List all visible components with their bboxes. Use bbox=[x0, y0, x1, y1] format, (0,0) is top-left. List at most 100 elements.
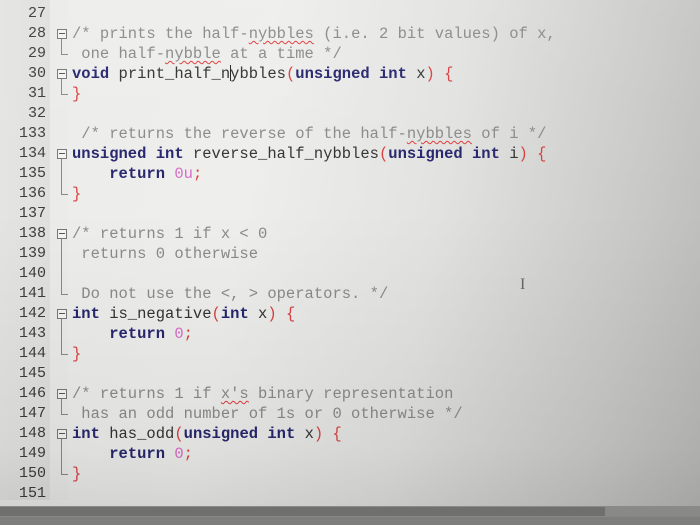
fold-end-marker bbox=[57, 84, 69, 104]
fold-line bbox=[61, 244, 62, 264]
code-text[interactable]: } bbox=[72, 84, 81, 104]
code-text[interactable]: void print_half_nybbles(unsigned int x) … bbox=[72, 64, 453, 84]
code-line[interactable]: 32 bbox=[0, 104, 700, 124]
code-line[interactable]: 27 bbox=[0, 4, 700, 24]
code-text[interactable]: /* returns 1 if x < 0 bbox=[72, 224, 267, 244]
code-text[interactable]: int is_negative(int x) { bbox=[72, 304, 295, 324]
fold-end-line bbox=[61, 404, 68, 415]
operator-token: ; bbox=[183, 445, 193, 463]
code-line[interactable]: 141 Do not use the <, > operators. */ bbox=[0, 284, 700, 304]
line-number: 28 bbox=[27, 25, 46, 42]
minus-box-icon[interactable] bbox=[57, 429, 67, 439]
scrollbar-thumb[interactable] bbox=[0, 507, 605, 516]
code-line[interactable]: 151 bbox=[0, 484, 700, 504]
code-text[interactable]: returns 0 otherwise bbox=[72, 244, 258, 264]
status-bar bbox=[0, 517, 700, 525]
code-text[interactable]: } bbox=[72, 184, 81, 204]
operator-token: ) { bbox=[313, 425, 342, 443]
code-text[interactable]: /* prints the half-nybbles (i.e. 2 bit v… bbox=[72, 24, 556, 44]
line-number: 147 bbox=[18, 405, 46, 422]
code-line[interactable]: 148 int has_odd(unsigned int x) { bbox=[0, 424, 700, 444]
code-text[interactable]: return 0; bbox=[72, 324, 193, 344]
code-line[interactable]: 137 bbox=[0, 204, 700, 224]
code-line[interactable]: 142 int is_negative(int x) { bbox=[0, 304, 700, 324]
code-line[interactable]: 144} bbox=[0, 344, 700, 364]
code-text[interactable]: unsigned int reverse_half_nybbles(unsign… bbox=[72, 144, 546, 164]
keyword-token: unsigned int bbox=[183, 425, 296, 443]
horizontal-scrollbar[interactable] bbox=[0, 506, 700, 517]
minus-box-icon[interactable] bbox=[57, 229, 67, 239]
code-text[interactable]: } bbox=[72, 344, 81, 364]
identifier-token: i bbox=[499, 145, 519, 163]
code-line[interactable]: 136} bbox=[0, 184, 700, 204]
code-line[interactable]: 31} bbox=[0, 84, 700, 104]
minus-box-icon[interactable] bbox=[57, 69, 67, 79]
operator-token: } bbox=[72, 185, 82, 203]
code-line[interactable]: 133 /* returns the reverse of the half-n… bbox=[0, 124, 700, 144]
minus-box-icon[interactable] bbox=[57, 309, 67, 319]
code-text[interactable]: one half-nybble at a time */ bbox=[72, 44, 341, 64]
operator-token: } bbox=[72, 465, 82, 483]
keyword-token: return bbox=[109, 325, 166, 343]
line-number: 140 bbox=[18, 265, 46, 282]
code-line[interactable]: 29 one half-nybble at a time */ bbox=[0, 44, 700, 64]
code-text[interactable]: has an odd number of 1s or 0 otherwise *… bbox=[72, 404, 462, 424]
minus-box-icon[interactable] bbox=[57, 149, 67, 159]
fold-collapse-icon[interactable] bbox=[57, 424, 69, 444]
fold-collapse-icon[interactable] bbox=[57, 24, 69, 44]
code-text[interactable]: return 0; bbox=[72, 444, 193, 464]
keyword-token: return bbox=[109, 445, 166, 463]
fold-collapse-icon[interactable] bbox=[57, 384, 69, 404]
code-text[interactable]: /* returns the reverse of the half-nybbl… bbox=[72, 124, 546, 144]
code-editor[interactable]: 27 28 /* prints the half-nybbles (i.e. 2 b… bbox=[0, 4, 700, 504]
comment-token: of i */ bbox=[471, 125, 547, 143]
code-line[interactable]: 30 void print_half_nybbles(unsigned int x… bbox=[0, 64, 700, 84]
code-text[interactable]: Do not use the <, > operators. */ bbox=[72, 284, 388, 304]
operator-token: ( bbox=[285, 65, 296, 83]
code-line[interactable]: 143 return 0; bbox=[0, 324, 700, 344]
minus-box-icon[interactable] bbox=[57, 389, 67, 399]
code-line[interactable]: 28 /* prints the half-nybbles (i.e. 2 bit… bbox=[0, 24, 700, 44]
comment-token: one half- bbox=[72, 45, 166, 63]
line-number: 30 bbox=[27, 65, 46, 82]
fold-line bbox=[57, 164, 69, 184]
operator-token: ) { bbox=[267, 305, 296, 323]
code-line[interactable]: 147 has an odd number of 1s or 0 otherwi… bbox=[0, 404, 700, 424]
fold-end-line bbox=[61, 284, 68, 295]
keyword-token: unsigned int bbox=[72, 145, 184, 163]
code-line[interactable]: 146 /* returns 1 if x's binary representa… bbox=[0, 384, 700, 404]
misspelled-word: nybbles bbox=[406, 125, 472, 143]
fold-collapse-icon[interactable] bbox=[57, 224, 69, 244]
operator-token: ( bbox=[174, 425, 184, 443]
identifier-token: reverse_half_nybbles bbox=[183, 145, 379, 163]
fold-collapse-icon[interactable] bbox=[57, 64, 69, 84]
code-line[interactable]: 145 bbox=[0, 364, 700, 384]
fold-end-line bbox=[61, 84, 68, 95]
misspelled-word: nybbles bbox=[248, 25, 314, 43]
keyword-token: unsigned int bbox=[295, 65, 407, 83]
fold-end-marker bbox=[57, 404, 69, 424]
code-line[interactable]: 134 unsigned int reverse_half_nybbles(uns… bbox=[0, 144, 700, 164]
code-text[interactable]: } bbox=[72, 464, 81, 484]
code-line[interactable]: 135 return 0u; bbox=[0, 164, 700, 184]
code-line[interactable]: 140 bbox=[0, 264, 700, 284]
identifier-token: print_half_n bbox=[109, 65, 231, 83]
line-number: 139 bbox=[18, 245, 46, 262]
i-beam-cursor-icon: I bbox=[520, 276, 526, 293]
line-number: 148 bbox=[18, 425, 46, 442]
code-line[interactable]: 139 returns 0 otherwise bbox=[0, 244, 700, 264]
code-line[interactable]: 149 return 0; bbox=[0, 444, 700, 464]
fold-collapse-icon[interactable] bbox=[57, 144, 69, 164]
code-text[interactable]: return 0u; bbox=[72, 164, 202, 184]
fold-collapse-icon[interactable] bbox=[57, 304, 69, 324]
line-number: 146 bbox=[18, 385, 46, 402]
identifier-token bbox=[165, 445, 174, 463]
code-text[interactable]: /* returns 1 if x's binary representatio… bbox=[72, 384, 453, 404]
comment-token: (i.e. 2 bit values) of x, bbox=[313, 25, 556, 43]
misspelled-word: x's bbox=[220, 385, 249, 403]
code-text[interactable]: int has_odd(unsigned int x) { bbox=[72, 424, 342, 444]
code-line[interactable]: 150} bbox=[0, 464, 700, 484]
minus-box-icon[interactable] bbox=[57, 29, 67, 39]
code-line[interactable]: 138 /* returns 1 if x < 0 bbox=[0, 224, 700, 244]
fold-line bbox=[57, 324, 69, 344]
